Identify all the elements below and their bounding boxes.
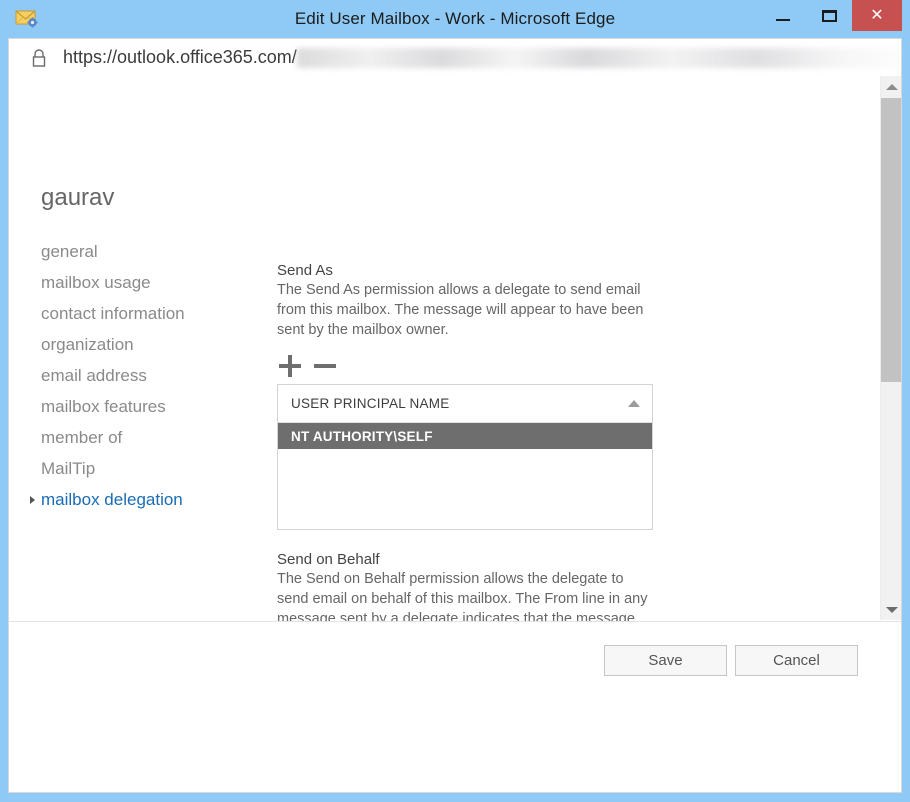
sidebar-item-label: mailbox delegation [41,490,183,509]
send-as-list: USER PRINCIPAL NAME NT AUTHORITY\SELF [277,384,653,530]
sort-ascending-icon [628,400,640,407]
url-text: https://outlook.office365.com/ [63,47,297,68]
scrollbar-thumb[interactable] [881,98,902,382]
sidebar-item-label: general [41,242,98,261]
scroll-up-button[interactable] [881,76,902,97]
sidebar-item-label: email address [41,366,147,385]
sidebar-item-mailbox-features[interactable]: mailbox features [41,391,256,422]
sidebar-item-label: MailTip [41,459,95,478]
minimize-icon [776,19,790,21]
window-controls: ✕ [760,0,902,31]
send-as-description: The Send As permission allows a delegate… [277,280,653,340]
send-as-toolbar [277,348,653,384]
address-bar[interactable]: https://outlook.office365.com/ [8,38,902,76]
send-as-column-header[interactable]: USER PRINCIPAL NAME [278,385,652,423]
cancel-button[interactable]: Cancel [735,645,858,676]
page-content: gaurav general mailbox usage contact inf… [8,76,902,793]
send-as-add-button[interactable] [277,353,303,379]
list-item-label: NT AUTHORITY\SELF [291,429,433,444]
sidebar-item-mailbox-delegation[interactable]: mailbox delegation [41,484,256,515]
url-redacted-region [297,48,901,68]
send-as-remove-button[interactable] [312,353,338,379]
selected-arrow-icon [30,496,35,504]
sidebar-item-organization[interactable]: organization [41,329,256,360]
scroll-down-button[interactable] [881,599,902,620]
sidebar-nav: general mailbox usage contact informatio… [41,236,256,515]
scroll-down-icon [886,607,898,613]
sidebar-item-label: mailbox features [41,397,166,416]
footer-bar: Save Cancel [9,622,901,792]
list-item[interactable]: NT AUTHORITY\SELF [278,423,652,449]
maximize-icon [822,10,837,22]
sidebar-item-member-of[interactable]: member of [41,422,256,453]
padlock-icon [31,48,47,68]
maximize-button[interactable] [806,0,852,31]
page-title: gaurav [41,184,114,212]
sidebar-item-label: member of [41,428,122,447]
close-button[interactable]: ✕ [852,0,902,31]
minimize-button[interactable] [760,0,806,31]
sidebar-item-mailtip[interactable]: MailTip [41,453,256,484]
send-as-section: Send As The Send As permission allows a … [277,262,653,530]
vertical-scrollbar[interactable] [880,76,901,620]
send-on-behalf-title: Send on Behalf [277,551,653,568]
save-button[interactable]: Save [604,645,727,676]
scroll-up-icon [886,84,898,90]
send-as-column-label: USER PRINCIPAL NAME [291,396,628,411]
sidebar-item-label: contact information [41,304,185,323]
plus-icon-vertical [288,355,292,377]
send-as-title: Send As [277,262,653,279]
minus-icon [314,364,336,368]
sidebar-item-label: mailbox usage [41,273,151,292]
send-as-list-body: NT AUTHORITY\SELF [278,423,652,529]
sidebar-item-general[interactable]: general [41,236,256,267]
sidebar-item-email-address[interactable]: email address [41,360,256,391]
sidebar-item-label: organization [41,335,134,354]
sidebar-item-mailbox-usage[interactable]: mailbox usage [41,267,256,298]
mailbox-settings-icon [14,6,40,32]
title-bar: Edit User Mailbox - Work - Microsoft Edg… [8,0,902,38]
sidebar-item-contact-information[interactable]: contact information [41,298,256,329]
close-icon: ✕ [870,8,883,24]
browser-window: Edit User Mailbox - Work - Microsoft Edg… [0,0,910,802]
